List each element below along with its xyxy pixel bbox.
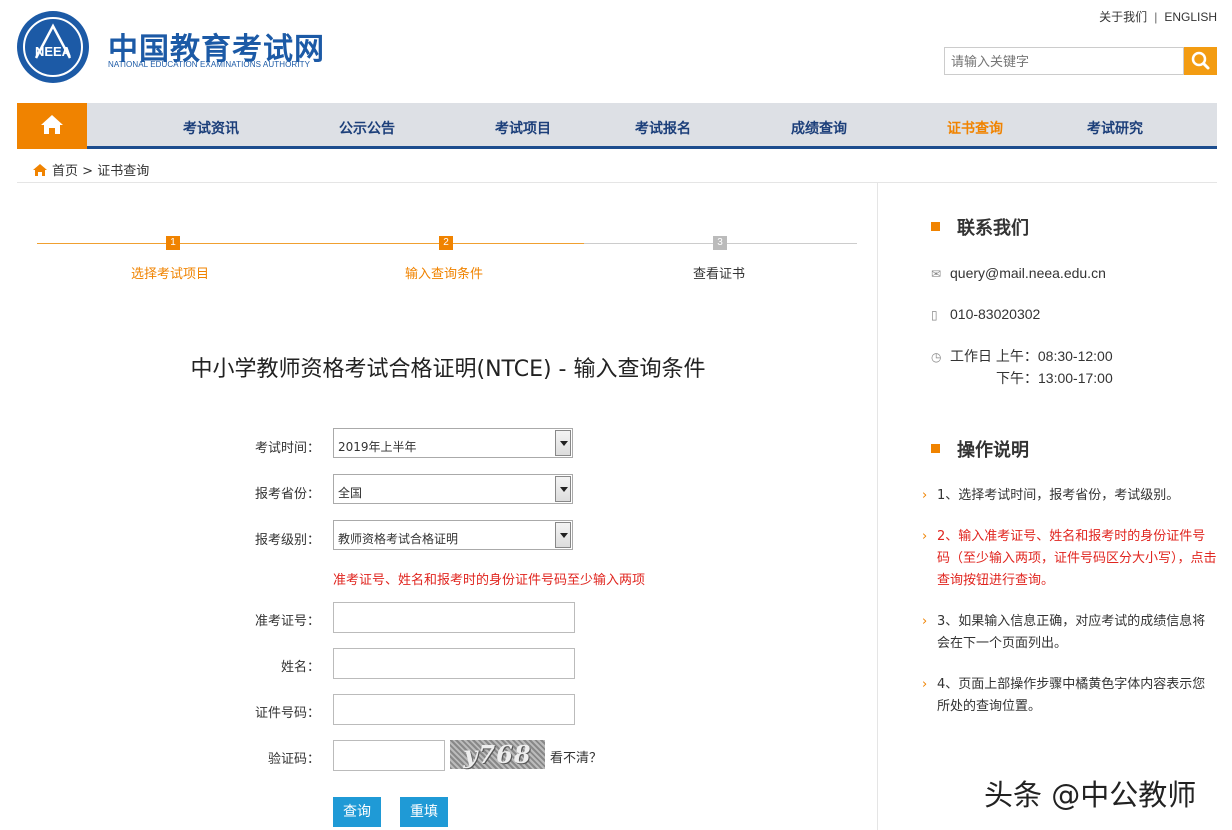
exam-time-value: 2019年上半年 — [338, 440, 417, 454]
step-3-number: 3 — [713, 236, 727, 250]
name-input[interactable] — [333, 648, 575, 679]
level-label: 报考级别： — [254, 533, 320, 548]
contact-title: 联系我们 — [957, 218, 1029, 239]
query-button[interactable]: 查询 — [333, 797, 381, 827]
step-2-label: 输入查询条件 — [405, 267, 484, 282]
site-logo-subtitle: NATIONAL EDUCATION EXAMINATIONS AUTHORIT… — [108, 60, 311, 69]
province-label: 报考省份： — [254, 487, 320, 502]
province-select[interactable]: 全国 — [333, 474, 573, 504]
english-link[interactable]: ENGLISH — [1164, 10, 1217, 24]
contact-phone-row: ▯ 010-83020302 — [931, 306, 1040, 322]
exam-time-label: 考试时间： — [254, 441, 320, 456]
watermark-text: 头条 @中公教师 — [984, 778, 1197, 812]
level-select[interactable]: 教师资格考试合格证明 — [333, 520, 573, 550]
search-input[interactable] — [944, 47, 1184, 75]
breadcrumb-home[interactable]: 首页 — [52, 164, 78, 179]
phone-icon: ▯ — [931, 308, 938, 322]
captcha-refresh-link[interactable]: 看不清？ — [550, 747, 602, 766]
breadcrumb-divider — [17, 182, 1217, 183]
contact-hours-row: ◷ 工作日 上午：08:30-12:00 — [931, 346, 1113, 366]
contact-heading: 联系我们 — [931, 214, 1029, 240]
instruction-item: › 4、页面上部操作步骤中橘黄色字体内容表示您所处的查询位置。 — [922, 674, 1217, 718]
nav-item-certificate-query[interactable]: 证书查询 — [947, 118, 1003, 138]
search-button[interactable] — [1184, 47, 1217, 75]
nav-item-announcements[interactable]: 公示公告 — [339, 118, 395, 138]
clock-icon: ◷ — [931, 350, 942, 364]
step-3-label: 查看证书 — [693, 267, 746, 282]
about-link[interactable]: 关于我们 — [1099, 10, 1147, 24]
home-icon — [33, 164, 47, 176]
search-icon — [1191, 51, 1210, 70]
captcha-image[interactable]: y768 — [450, 740, 545, 769]
input-hint: 准考证号、姓名和报考时的身份证件号码至少输入两项 — [333, 573, 646, 588]
captcha-label: 验证码： — [267, 752, 320, 767]
mail-icon: ✉ — [931, 267, 942, 281]
breadcrumb-separator: > — [82, 164, 94, 179]
instructions-title: 操作说明 — [957, 440, 1029, 461]
step-1-label[interactable]: 选择考试项目 — [131, 263, 209, 282]
neea-logo-icon: NEEA — [17, 11, 89, 83]
chevron-right-icon: › — [922, 677, 928, 692]
svg-text:NEEA: NEEA — [35, 44, 72, 59]
bullet-square-icon — [931, 222, 940, 231]
home-icon — [41, 115, 63, 134]
nav-item-score-query[interactable]: 成绩查询 — [791, 118, 847, 138]
form-title: 中小学教师资格考试合格证明(NTCE) - 输入查询条件 — [190, 357, 706, 382]
hours-pm: 下午：13:00-17:00 — [996, 370, 1113, 386]
nav-item-registration[interactable]: 考试报名 — [635, 118, 691, 138]
chevron-right-icon: › — [922, 488, 928, 503]
nav-item-exam-news[interactable]: 考试资讯 — [183, 118, 239, 138]
breadcrumb-current: 证书查询 — [97, 164, 150, 179]
nav-home-button[interactable] — [17, 103, 87, 149]
chevron-right-icon: › — [922, 529, 928, 544]
chevron-down-icon[interactable] — [555, 430, 571, 456]
contact-email-row: ✉ query@mail.neea.edu.cn — [931, 265, 1106, 281]
id-number-label: 证件号码： — [254, 706, 320, 721]
chevron-down-icon[interactable] — [555, 476, 571, 502]
sidebar-divider — [877, 183, 878, 830]
ticket-number-input[interactable] — [333, 602, 575, 633]
name-label: 姓名： — [280, 660, 320, 675]
step-1-number: 1 — [166, 236, 180, 250]
instruction-item: › 3、如果输入信息正确，对应考试的成绩信息将会在下一个页面列出。 — [922, 611, 1217, 655]
level-value: 教师资格考试合格证明 — [338, 532, 459, 546]
top-links: 关于我们 | ENGLISH — [1099, 10, 1217, 24]
ticket-number-label: 准考证号： — [254, 614, 320, 629]
nav-item-exam-projects[interactable]: 考试项目 — [495, 118, 551, 138]
id-number-input[interactable] — [333, 694, 575, 725]
instruction-item: › 2、输入准考证号、姓名和报考时的身份证件号码（至少输入两项，证件号码区分大小写… — [922, 526, 1217, 592]
chevron-right-icon: › — [922, 614, 928, 629]
main-nav: 考试资讯 公示公告 考试项目 考试报名 成绩查询 证书查询 考试研究 — [17, 103, 1217, 149]
steps-progress-line — [37, 243, 584, 244]
captcha-input[interactable] — [333, 740, 445, 771]
exam-time-select[interactable]: 2019年上半年 — [333, 428, 573, 458]
instruction-item: › 1、选择考试时间，报考省份，考试级别。 — [922, 485, 1217, 507]
reset-button[interactable]: 重填 — [400, 797, 448, 827]
instructions-heading: 操作说明 — [931, 436, 1029, 462]
province-value: 全国 — [338, 486, 363, 500]
breadcrumb: 首页 > 证书查询 — [32, 160, 149, 179]
bullet-square-icon — [931, 444, 940, 453]
step-2-number: 2 — [439, 236, 453, 250]
contact-email[interactable]: query@mail.neea.edu.cn — [950, 265, 1106, 281]
nav-item-exam-research[interactable]: 考试研究 — [1087, 118, 1143, 138]
contact-phone: 010-83020302 — [950, 306, 1041, 322]
hours-weekday-am: 工作日 上午：08:30-12:00 — [950, 348, 1113, 364]
chevron-down-icon[interactable] — [555, 522, 571, 548]
